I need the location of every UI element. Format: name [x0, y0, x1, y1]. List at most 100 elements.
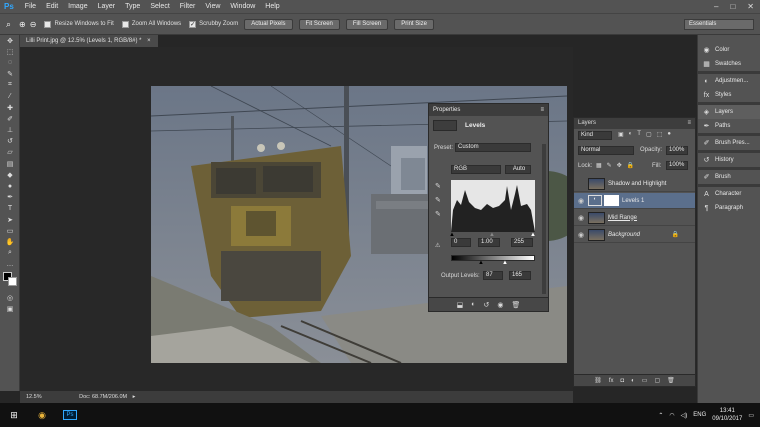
- filter-smart-icon[interactable]: ⬚: [657, 131, 663, 138]
- menu-layer[interactable]: Layer: [93, 3, 121, 10]
- gradient-tool-icon[interactable]: ▤: [0, 158, 20, 169]
- eyedropper-gray-icon[interactable]: ✎: [435, 196, 441, 204]
- marquee-tool-icon[interactable]: ⬚: [0, 46, 20, 57]
- layer-row-background[interactable]: ◉ Background 🔒: [574, 227, 695, 243]
- fill-screen-button[interactable]: Fill Screen: [345, 18, 389, 30]
- strip-brush-presets[interactable]: ✐ Brush Pres...: [698, 136, 760, 150]
- menu-file[interactable]: File: [20, 3, 41, 10]
- eyedropper-tool-icon[interactable]: ⁄: [0, 91, 20, 102]
- trash-icon[interactable]: 🗑: [511, 301, 520, 309]
- clock[interactable]: 13:41 09/10/2017: [712, 407, 742, 423]
- filter-shape-icon[interactable]: ▢: [646, 131, 652, 138]
- channel-select[interactable]: RGB: [451, 165, 501, 174]
- filter-adjustment-icon[interactable]: ◐: [629, 131, 633, 138]
- output-white-field[interactable]: 165: [509, 271, 531, 280]
- language-indicator[interactable]: ENG: [693, 412, 706, 418]
- pen-tool-icon[interactable]: ✒: [0, 192, 20, 203]
- properties-title-bar[interactable]: Properties ≡: [429, 104, 548, 116]
- layer-row-mid-range[interactable]: ◉ Mid Range: [574, 210, 695, 226]
- clone-stamp-tool-icon[interactable]: ⊥: [0, 125, 20, 136]
- strip-paragraph[interactable]: ¶ Paragraph: [698, 201, 760, 215]
- strip-adjustments[interactable]: ◐ Adjustmen...: [698, 74, 760, 88]
- screen-mode-icon[interactable]: ▣: [0, 303, 20, 314]
- reset-icon[interactable]: ↺: [483, 301, 489, 309]
- strip-color[interactable]: ◉ Color: [698, 43, 760, 57]
- layer-row-shadow-highlight[interactable]: Shadow and Highlight: [574, 176, 695, 192]
- strip-paths[interactable]: ✒ Paths: [698, 119, 760, 133]
- zoom-level[interactable]: 12.5%: [26, 394, 42, 400]
- clipping-warning-icon[interactable]: ⚠: [435, 242, 440, 249]
- blur-tool-icon[interactable]: ◆: [0, 169, 20, 180]
- chrome-icon[interactable]: ◉: [28, 403, 56, 427]
- more-tools-icon[interactable]: …: [0, 259, 20, 270]
- color-swatches[interactable]: [0, 270, 19, 292]
- menu-edit[interactable]: Edit: [41, 3, 63, 10]
- doc-size[interactable]: Doc: 68.7M/206.0M: [79, 394, 127, 400]
- layers-tab[interactable]: Layers ≡: [574, 118, 695, 129]
- eyedropper-white-icon[interactable]: ✎: [435, 210, 441, 218]
- photoshop-taskbar-icon[interactable]: Ps: [56, 403, 84, 427]
- minimize-button[interactable]: –: [708, 2, 724, 11]
- menu-select[interactable]: Select: [145, 3, 174, 10]
- eyedropper-black-icon[interactable]: ✎: [435, 182, 441, 190]
- eye-icon[interactable]: ◉: [574, 197, 588, 205]
- layer-mask-thumbnail[interactable]: [604, 195, 619, 206]
- add-mask-icon[interactable]: ◘: [621, 378, 625, 384]
- windows-start-icon[interactable]: ⊞: [0, 403, 28, 427]
- eraser-tool-icon[interactable]: ▱: [0, 147, 20, 158]
- input-black-field[interactable]: 0: [451, 238, 471, 247]
- crop-tool-icon[interactable]: ⌗: [0, 80, 20, 91]
- view-previous-icon[interactable]: ◐: [471, 301, 475, 308]
- zoom-all-windows-checkbox[interactable]: Zoom All Windows: [121, 20, 181, 28]
- layer-filter-select[interactable]: Kind: [578, 131, 612, 140]
- scrubby-zoom-checkbox[interactable]: ✓ Scrubby Zoom: [189, 20, 238, 28]
- lock-pixels-icon[interactable]: ✎: [607, 162, 612, 169]
- zoom-out-icon[interactable]: ⊖: [30, 20, 37, 29]
- move-tool-icon[interactable]: ✥: [0, 35, 20, 46]
- layer-style-icon[interactable]: fx: [609, 378, 614, 384]
- new-group-icon[interactable]: ▭: [642, 377, 648, 384]
- notifications-icon[interactable]: ▭: [748, 412, 754, 419]
- preset-select[interactable]: Custom: [455, 143, 531, 152]
- output-white-slider[interactable]: ▲: [502, 260, 508, 266]
- eye-icon[interactable]: ◉: [574, 214, 588, 222]
- link-layers-icon[interactable]: ⛓: [594, 377, 602, 384]
- lasso-tool-icon[interactable]: ◌: [0, 57, 20, 68]
- menu-type[interactable]: Type: [120, 3, 145, 10]
- hand-tool-icon[interactable]: ✋: [0, 236, 20, 247]
- dodge-tool-icon[interactable]: ●: [0, 180, 20, 191]
- status-menu-icon[interactable]: ▸: [133, 394, 136, 400]
- blend-mode-select[interactable]: Normal: [578, 146, 634, 155]
- fill-field[interactable]: 100%: [666, 161, 688, 170]
- document-tab[interactable]: Lilli Print.jpg @ 12.5% (Levels 1, RGB/8…: [20, 35, 158, 47]
- auto-button[interactable]: Auto: [505, 165, 531, 174]
- new-layer-icon[interactable]: ▢: [654, 377, 660, 384]
- delete-layer-icon[interactable]: 🗑: [667, 377, 675, 384]
- path-selection-tool-icon[interactable]: ➤: [0, 214, 20, 225]
- workspace-select[interactable]: Essentials: [684, 19, 754, 30]
- menu-image[interactable]: Image: [63, 3, 92, 10]
- opacity-field[interactable]: 100%: [666, 146, 688, 155]
- panel-menu-icon[interactable]: ≡: [540, 104, 544, 116]
- zoom-in-icon[interactable]: ⊕: [19, 20, 26, 29]
- clip-to-layer-icon[interactable]: ⬓: [457, 301, 464, 309]
- fit-screen-button[interactable]: Fit Screen: [298, 18, 340, 30]
- layer-row-levels-1[interactable]: ◉ ◐ Levels 1: [574, 193, 695, 209]
- strip-history[interactable]: ↺ History: [698, 153, 760, 167]
- strip-character[interactable]: A Character: [698, 187, 760, 201]
- filter-toggle-icon[interactable]: ●: [667, 131, 671, 138]
- zoom-tool-icon[interactable]: ⌕: [6, 19, 11, 30]
- output-black-slider[interactable]: ▲: [478, 260, 484, 266]
- healing-brush-tool-icon[interactable]: ✚: [0, 102, 20, 113]
- lock-position-icon[interactable]: ✥: [617, 162, 622, 169]
- strip-swatches[interactable]: ▦ Swatches: [698, 57, 760, 71]
- type-tool-icon[interactable]: T: [0, 203, 20, 214]
- close-tab-icon[interactable]: ×: [147, 38, 151, 44]
- quick-select-tool-icon[interactable]: ✎: [0, 69, 20, 80]
- volume-icon[interactable]: ◁): [681, 412, 688, 419]
- filter-pixel-icon[interactable]: ▣: [618, 131, 624, 138]
- actual-pixels-button[interactable]: Actual Pixels: [244, 18, 293, 30]
- visibility-icon[interactable]: ◉: [497, 301, 503, 309]
- panel-menu-icon[interactable]: ≡: [687, 118, 691, 129]
- brush-tool-icon[interactable]: ✐: [0, 113, 20, 124]
